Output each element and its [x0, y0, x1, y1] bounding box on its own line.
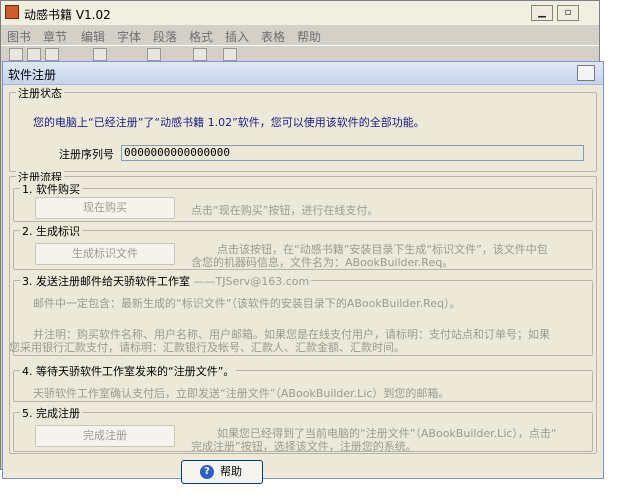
registration-dialog: 软件注册 注册状态 您的电脑上“已经注册”了“动感书籍 1.02”软件，您可以使… [2, 61, 604, 484]
complete-registration-button[interactable]: 完成注册 [35, 425, 175, 447]
step1-legend: 1. 软件购买 [20, 181, 82, 197]
menu-help[interactable]: 帮助 [297, 28, 321, 45]
step3-line3: 您采用银行汇款支付，请标明：汇款银行及帐号、汇款人、汇款金额、汇款时间。 [9, 341, 405, 354]
step5-legend: 5. 完成注册 [20, 405, 82, 421]
menu-paragraph[interactable]: 段落 [153, 28, 177, 45]
serial-number-field[interactable]: 0000000000000000 [121, 145, 584, 161]
step3-legend-text: 3. 发送注册邮件给天骄软件工作室 [22, 275, 190, 288]
save-icon[interactable] [45, 48, 59, 61]
restore-button[interactable]: ▫ [557, 5, 579, 21]
menu-chapter[interactable]: 章节 [43, 28, 67, 45]
support-email-address: TJServ@163.com [215, 275, 310, 288]
open-file-icon[interactable] [27, 48, 41, 61]
step4-description: 天骄软件工作室确认支付后，立即发送“注册文件”（ABookBuilder.Lic… [33, 387, 450, 400]
app-logo-icon [5, 5, 19, 19]
support-email: ——TJServ@163.com [190, 275, 310, 288]
menu-table[interactable]: 表格 [261, 28, 285, 45]
status-group-legend: 注册状态 [16, 85, 64, 101]
step5-description-line2: 完成注册”按钮，选择该文件，注册您的系统。 [191, 440, 417, 453]
status-message: 您的电脑上“已经注册”了“动感书籍 1.02”软件，您可以使用该软件的全部功能。 [33, 116, 425, 129]
step1-description: 点击“现在购买”按钮，进行在线支付。 [191, 204, 379, 217]
help-button-label: 帮助 [220, 465, 242, 478]
new-file-icon[interactable] [9, 48, 23, 61]
menu-format[interactable]: 格式 [189, 28, 213, 45]
step2-description-line2: 含您的机器码信息，文件名为：ABookBuilder.Req。 [191, 256, 454, 269]
buy-now-button[interactable]: 现在购买 [35, 197, 175, 219]
step4-legend: 4. 等待天骄软件工作室发来的“注册文件”。 [20, 363, 237, 379]
generate-id-file-button[interactable]: 生成标识文件 [35, 243, 175, 265]
copy-icon[interactable] [147, 48, 161, 61]
font-icon[interactable] [223, 48, 237, 61]
dialog-title: 软件注册 [8, 68, 57, 82]
dialog-titlebar[interactable]: 软件注册 [3, 62, 603, 85]
undo-icon[interactable] [93, 48, 107, 61]
menu-book[interactable]: 图书 [7, 28, 31, 45]
step2-legend: 2. 生成标识 [20, 223, 82, 239]
paste-icon[interactable] [193, 48, 207, 61]
menu-font[interactable]: 字体 [117, 28, 141, 45]
help-button[interactable]: ? 帮助 [181, 460, 263, 484]
question-icon: ? [200, 465, 214, 479]
serial-label: 注册序列号 [59, 148, 114, 161]
menu-edit[interactable]: 编辑 [81, 28, 105, 45]
menubar: 图书 章节 编辑 字体 段落 格式 插入 表格 帮助 [1, 25, 599, 45]
close-icon[interactable] [577, 65, 595, 81]
step3-legend: 3. 发送注册邮件给天骄软件工作室 ——TJServ@163.com [20, 273, 312, 289]
menu-insert[interactable]: 插入 [225, 28, 249, 45]
minimize-button[interactable]: ▁ [531, 5, 553, 21]
app-titlebar[interactable]: 动感书籍 V1.02 ▁ ▫ [1, 1, 599, 25]
app-title: 动感书籍 V1.02 [24, 8, 111, 22]
step3-line1: 邮件中一定包含：最新生成的“标识文件”（该软件的安装目录下的ABookBuild… [33, 297, 461, 310]
